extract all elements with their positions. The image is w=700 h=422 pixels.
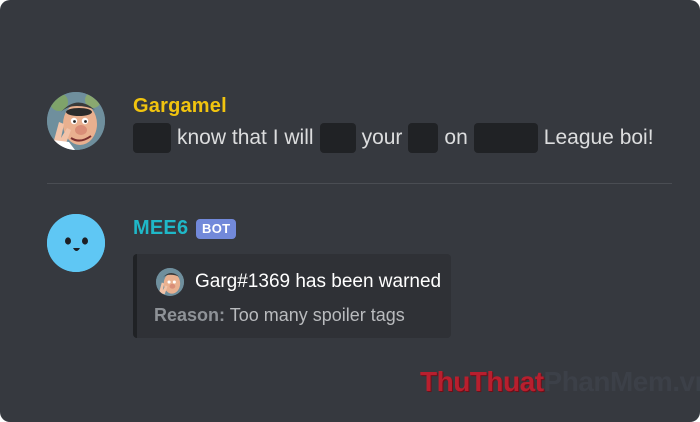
watermark-part-1: ThuThuat xyxy=(420,366,544,397)
embed-description: Reason: Too many spoiler tags xyxy=(154,305,405,326)
chat-panel: Gargamel know that I will your on League… xyxy=(0,0,700,422)
embed-author-avatar-icon xyxy=(156,268,184,296)
spoiler-block[interactable] xyxy=(473,123,538,153)
mee6-username[interactable]: MEE6 xyxy=(133,217,188,240)
gargamel-username[interactable]: Gargamel xyxy=(133,95,227,118)
spoiler-block[interactable] xyxy=(319,123,356,153)
mee6-face-icon[interactable] xyxy=(47,214,105,272)
message-text: League boi! xyxy=(543,126,654,149)
gargamel-message: know that I will your on League boi! xyxy=(133,122,654,154)
warning-embed: Garg#1369 has been warned Reason: Too ma… xyxy=(133,254,451,338)
watermark-part-2: PhanMem xyxy=(543,366,673,397)
message-text: know that I will xyxy=(177,126,314,149)
gargamel-avatar-icon[interactable] xyxy=(47,92,105,150)
spoiler-block[interactable] xyxy=(133,123,171,153)
reason-label: Reason: xyxy=(154,305,226,325)
spoiler-block[interactable] xyxy=(408,123,439,153)
message-text: on xyxy=(444,126,468,149)
bot-badge: BOT xyxy=(196,219,237,239)
message-divider xyxy=(47,183,672,184)
embed-author-text: Garg#1369 has been warned xyxy=(195,271,442,292)
watermark-part-3: .vn xyxy=(672,366,700,397)
watermark: ThuThuatPhanMem.vn xyxy=(420,366,700,398)
message-text: your xyxy=(361,126,403,149)
reason-text: Too many spoiler tags xyxy=(229,305,405,325)
